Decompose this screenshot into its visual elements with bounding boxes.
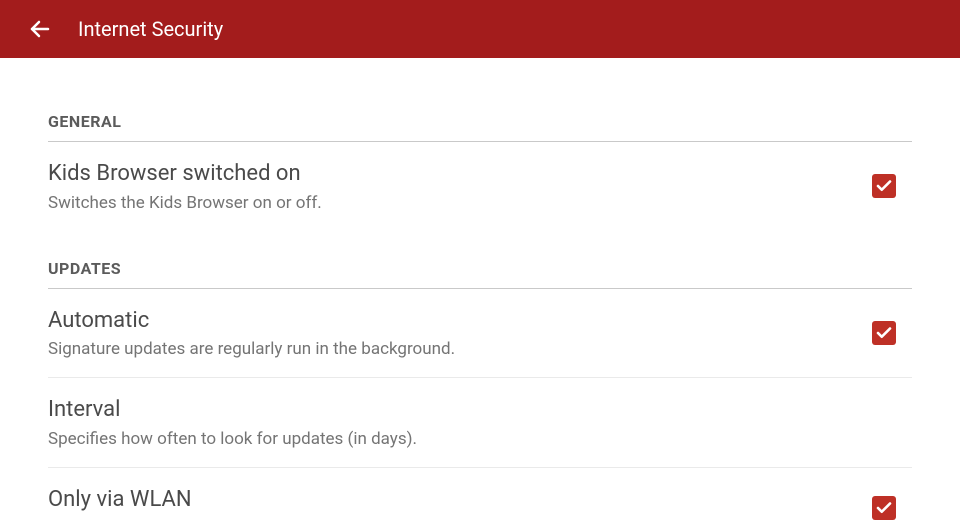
setting-title: Only via WLAN [48, 486, 872, 515]
setting-interval[interactable]: Interval Specifies how often to look for… [48, 378, 912, 468]
setting-subtitle: Specifies how often to look for updates … [48, 429, 912, 449]
app-header: Internet Security [0, 0, 960, 58]
setting-wlan[interactable]: Only via WLAN [48, 468, 912, 515]
setting-text: Kids Browser switched on Switches the Ki… [48, 160, 872, 213]
checkbox-kids-browser[interactable] [872, 174, 896, 198]
page-title: Internet Security [78, 17, 223, 41]
setting-text: Interval Specifies how often to look for… [48, 396, 912, 449]
setting-subtitle: Switches the Kids Browser on or off. [48, 193, 872, 213]
section-header-general: GENERAL [48, 58, 912, 142]
settings-content: GENERAL Kids Browser switched on Switche… [0, 58, 960, 514]
back-arrow-icon [28, 17, 52, 41]
setting-title: Automatic [48, 307, 872, 336]
back-button[interactable] [20, 9, 60, 49]
checkbox-wlan[interactable] [872, 496, 896, 520]
setting-title: Interval [48, 396, 912, 425]
setting-kids-browser[interactable]: Kids Browser switched on Switches the Ki… [48, 142, 912, 231]
setting-text: Automatic Signature updates are regularl… [48, 307, 872, 360]
checkmark-icon [875, 177, 893, 195]
checkbox-automatic[interactable] [872, 321, 896, 345]
setting-title: Kids Browser switched on [48, 160, 872, 189]
checkmark-icon [875, 324, 893, 342]
section-header-updates: UPDATES [48, 231, 912, 289]
setting-text: Only via WLAN [48, 486, 872, 515]
checkmark-icon [875, 499, 893, 517]
setting-automatic[interactable]: Automatic Signature updates are regularl… [48, 289, 912, 379]
setting-subtitle: Signature updates are regularly run in t… [48, 339, 872, 359]
